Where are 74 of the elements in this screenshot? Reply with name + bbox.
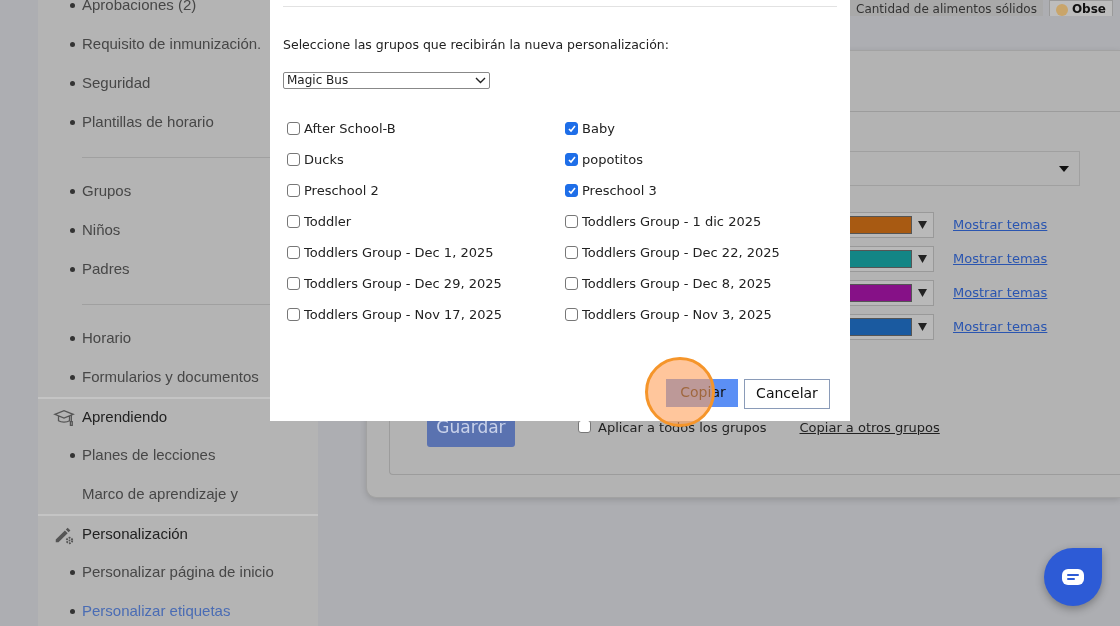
- checkbox-label: Toddlers Group - 1 dic 2025: [582, 213, 762, 231]
- group-checkbox[interactable]: [565, 277, 578, 291]
- checkbox-label: Ducks: [304, 151, 344, 169]
- bullet-icon: [70, 375, 75, 380]
- sidebar-item[interactable]: Requisito de inmunización.: [82, 33, 262, 56]
- bullet-icon: [70, 453, 75, 458]
- group-checkbox[interactable]: [565, 153, 578, 167]
- sidebar-item[interactable]: Horario: [82, 327, 132, 350]
- show-topics-link[interactable]: Mostrar temas: [953, 249, 1048, 269]
- caret-icon: [918, 323, 927, 331]
- group-checkbox[interactable]: [287, 184, 300, 198]
- show-topics-link[interactable]: Mostrar temas: [953, 283, 1048, 303]
- caret-icon: [1059, 165, 1069, 172]
- checkbox-label: Toddlers Group - Nov 3, 2025: [582, 306, 772, 324]
- cancel-button[interactable]: Cancelar: [744, 378, 830, 409]
- sidebar-section-header: Aprendiendo: [82, 407, 168, 428]
- group-checkbox[interactable]: [287, 246, 300, 260]
- group-select[interactable]: Magic Bus: [283, 71, 490, 89]
- sidebar-item[interactable]: Niños: [82, 219, 121, 242]
- group-checkbox[interactable]: [565, 184, 578, 198]
- tab[interactable]: Obse: [1048, 0, 1113, 16]
- sidebar-item[interactable]: Plantillas de horario: [82, 111, 214, 134]
- checkbox-label: Toddlers Group - Dec 29, 2025: [304, 275, 502, 293]
- bullet-icon: [70, 609, 75, 614]
- group-checkbox[interactable]: [287, 215, 300, 229]
- sidebar-item[interactable]: Aprobaciones (2): [82, 0, 197, 17]
- caret-icon: [918, 255, 927, 263]
- sidebar-item[interactable]: Padres: [82, 258, 130, 281]
- chevron-down-icon: [475, 76, 486, 84]
- bullet-icon: [70, 120, 75, 125]
- show-topics-link[interactable]: Mostrar temas: [953, 317, 1048, 337]
- group-checkbox[interactable]: [565, 215, 578, 229]
- checkbox-label: Toddlers Group - Dec 1, 2025: [304, 244, 494, 262]
- dialog-prompt: Seleccione las grupos que recibirán la nueva personalización:: [283, 36, 670, 54]
- bullet-icon: [70, 570, 75, 575]
- sidebar-item[interactable]: Personalizar página de inicio: [82, 561, 274, 584]
- group-checkbox[interactable]: [565, 308, 578, 322]
- group-checkbox[interactable]: [287, 277, 300, 291]
- checkbox-label: Toddlers Group - Nov 17, 2025: [304, 306, 502, 324]
- checkbox-label: Preschool 2: [304, 182, 379, 200]
- checkbox-label: Toddlers Group - Dec 22, 2025: [582, 244, 780, 262]
- chat-button[interactable]: [1044, 548, 1102, 606]
- bullet-icon: [70, 81, 75, 86]
- group-checkbox[interactable]: [565, 122, 578, 136]
- group-checkbox[interactable]: [287, 153, 300, 167]
- caret-icon: [918, 221, 927, 229]
- sidebar-section-header: Personalización: [82, 524, 188, 545]
- sidebar-item[interactable]: Planes de lecciones: [82, 444, 216, 467]
- chat-icon: [1062, 569, 1084, 585]
- bullet-icon: [70, 3, 75, 8]
- caret-icon: [918, 289, 927, 297]
- show-topics-link[interactable]: Mostrar temas: [953, 215, 1048, 235]
- sidebar-item[interactable]: Seguridad: [82, 72, 151, 95]
- bullet-icon: [70, 228, 75, 233]
- tab[interactable]: Cantidad de alimentos sólidos: [850, 0, 1043, 16]
- checkbox-label: After School-B: [304, 120, 396, 138]
- sidebar-item[interactable]: Personalizar etiquetas: [82, 600, 231, 623]
- checkbox-label: Toddler: [304, 213, 352, 231]
- tab-icon: [1055, 4, 1068, 16]
- copy-to-groups-link[interactable]: Copiar a otros grupos: [799, 418, 940, 438]
- checkbox-label: popotitos: [582, 151, 643, 169]
- bullet-icon: [70, 189, 75, 194]
- bullet-icon: [70, 267, 75, 272]
- sidebar-item[interactable]: Marco de aprendizaje y: [82, 483, 238, 506]
- sidebar-item[interactable]: Formularios y documentos: [82, 366, 259, 389]
- group-checkbox[interactable]: [287, 308, 300, 322]
- bullet-icon: [70, 336, 75, 341]
- checkbox-label: Baby: [582, 120, 615, 138]
- bullet-icon: [70, 42, 75, 47]
- group-checkbox[interactable]: [565, 246, 578, 260]
- sidebar-item[interactable]: Grupos: [82, 180, 132, 203]
- checkbox-label: Preschool 3: [582, 182, 657, 200]
- group-checkbox[interactable]: [287, 122, 300, 136]
- checkbox-label: Toddlers Group - Dec 8, 2025: [582, 275, 772, 293]
